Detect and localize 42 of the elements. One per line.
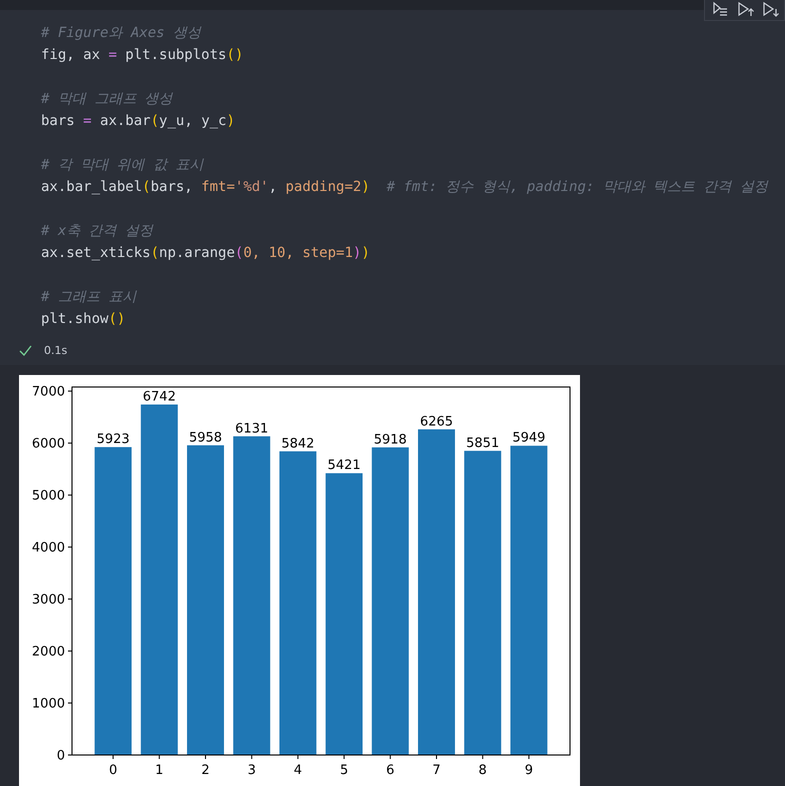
x-tick-label: 3 (248, 763, 256, 778)
code-line: ax.set_xticks(np.arange(0, 10, step=1)) (41, 244, 370, 263)
code-comment: # 그래프 표시 (41, 288, 136, 307)
y-tick-label: 4000 (32, 540, 65, 556)
x-tick-label: 0 (108, 763, 118, 778)
bar-value-label: 6131 (235, 421, 268, 436)
bar-value-label: 5421 (328, 458, 361, 474)
bar-value-label: 5958 (188, 430, 222, 446)
bar-value-label: 5851 (466, 436, 500, 451)
bar-value-label: 5918 (374, 432, 407, 448)
execution-time: 0.1s (44, 344, 68, 356)
y-tick-label: 6000 (32, 436, 65, 452)
y-tick-label: 7000 (32, 384, 65, 400)
y-tick-label: 2000 (32, 644, 65, 660)
run-list-icon[interactable] (711, 0, 730, 18)
x-tick-label: 5 (340, 763, 348, 778)
x-tick-label: 7 (432, 763, 441, 778)
bar-value-label: 6265 (420, 414, 454, 430)
x-tick-label: 8 (478, 763, 487, 778)
x-tick-label: 2 (201, 763, 210, 778)
code-line: ax.bar_label(bars, fmt='%d', padding=2) # fmt: 정수 형식, padding: 막대와 텍스트 간격 설정 (41, 178, 768, 197)
bar-value-label: 5842 (281, 436, 314, 452)
x-tick-label: 1 (155, 763, 164, 778)
code-line: fig, ax = plt.subplots() (41, 46, 244, 65)
y-tick-label: 3000 (32, 592, 65, 608)
code-comment: # 각 막대 위에 값 표시 (41, 156, 204, 175)
code-line: bars = ax.bar(y_u, y_c) (41, 112, 235, 131)
bar-value-label: 6742 (142, 390, 176, 405)
play-up-arrow-icon[interactable] (736, 0, 755, 18)
x-tick-label: 6 (386, 763, 394, 778)
y-tick-label: 0 (56, 748, 65, 764)
x-tick-label: 9 (524, 763, 534, 778)
bar-value-label: 5949 (512, 430, 546, 446)
code-comment: # Figure와 Axes 생성 (41, 24, 202, 43)
y-tick-label: 1000 (32, 696, 65, 712)
code-line: plt.show() (41, 310, 126, 329)
code-comment: # 막대 그래프 생성 (41, 90, 173, 109)
play-down-arrow-icon[interactable] (761, 0, 780, 18)
code-comment: # x축 간격 설정 (41, 222, 154, 241)
x-tick-label: 4 (294, 763, 302, 778)
bar-value-label: 5923 (96, 432, 130, 448)
y-tick-label: 5000 (32, 488, 65, 504)
